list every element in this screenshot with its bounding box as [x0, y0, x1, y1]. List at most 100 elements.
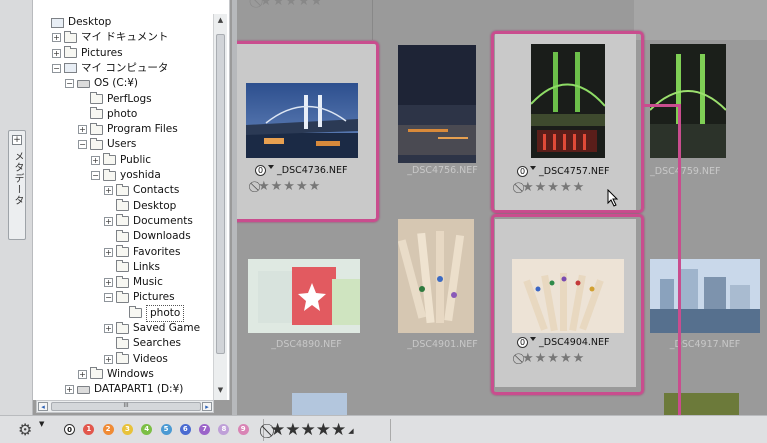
tree-node-label[interactable]: Pictures: [133, 290, 175, 305]
scroll-down-icon[interactable]: ▼: [216, 386, 225, 395]
color-label-0-button[interactable]: 0: [64, 424, 75, 435]
color-label-6-button[interactable]: 6: [179, 424, 191, 435]
metadata-expand-icon[interactable]: +: [12, 135, 22, 145]
photo-bridge-night-tall[interactable]: [398, 45, 476, 163]
collapse-icon[interactable]: −: [52, 63, 61, 73]
tree-horizontal-scrollbar[interactable]: ◂ III ▸: [36, 400, 214, 413]
tree-node-label[interactable]: Saved Game: [133, 321, 200, 336]
color-label-7-button[interactable]: 7: [199, 424, 211, 435]
tree-node[interactable]: photo: [78, 107, 137, 122]
expand-icon[interactable]: +: [104, 186, 113, 196]
expand-icon[interactable]: +: [104, 216, 113, 226]
tree-node[interactable]: − マイ コンピュータ: [52, 61, 168, 76]
tree-vertical-scrollbar[interactable]: ▲ ▼: [213, 14, 227, 400]
tree-node-label[interactable]: Links: [133, 260, 160, 275]
thumbnail-cell[interactable]: _DSC4917.NEF: [636, 215, 767, 365]
tree-node-label[interactable]: Desktop: [133, 199, 176, 214]
tree-node-label[interactable]: マイ ドキュメント: [81, 30, 168, 45]
expand-icon[interactable]: +: [78, 369, 87, 379]
expand-icon[interactable]: +: [91, 155, 100, 165]
tree-node[interactable]: + Public: [91, 153, 151, 168]
scroll-thumb[interactable]: [216, 34, 225, 354]
color-label-2-button[interactable]: 2: [102, 424, 114, 435]
thumbnail-cell[interactable]: _DSC4756.NEF: [376, 43, 509, 221]
expand-icon[interactable]: +: [65, 385, 74, 395]
hscroll-thumb[interactable]: III: [51, 402, 201, 411]
tree-node[interactable]: + Pictures: [52, 46, 123, 61]
settings-gear-icon[interactable]: ⚙ ▼: [18, 420, 44, 440]
tree-node-label[interactable]: yoshida: [120, 168, 161, 183]
tree-node[interactable]: + Contacts: [104, 183, 179, 198]
tree-node[interactable]: − Pictures: [104, 290, 175, 305]
tree-node[interactable]: Links: [104, 260, 160, 275]
tree-node-label[interactable]: Favorites: [133, 245, 180, 260]
tree-node-label[interactable]: Music: [133, 275, 163, 290]
tree-node-label[interactable]: マイ コンピュータ: [81, 61, 168, 76]
tree-node-label[interactable]: PerfLogs: [107, 92, 152, 107]
thumbnail-grid[interactable]: ⃠★★★★★ 0 _DSC4736.NEF ⃠★★★★★ _DSC4756.NE…: [237, 0, 767, 415]
color-label-5-button[interactable]: 5: [160, 424, 172, 435]
expand-icon[interactable]: +: [104, 354, 113, 364]
color-label-3-button[interactable]: 3: [121, 424, 133, 435]
tree-node[interactable]: + Documents: [104, 214, 193, 229]
collapse-icon[interactable]: −: [78, 140, 87, 150]
tree-node[interactable]: Desktop: [104, 199, 176, 214]
expand-icon[interactable]: +: [52, 48, 61, 58]
tree-node-label[interactable]: OS (C:¥): [94, 76, 138, 91]
scroll-right-icon[interactable]: ▸: [202, 402, 212, 411]
tree-node-label[interactable]: Contacts: [133, 183, 179, 198]
collapse-icon[interactable]: −: [65, 79, 74, 89]
color-label-1-button[interactable]: 1: [83, 424, 95, 435]
tree-node-label[interactable]: Pictures: [81, 46, 123, 61]
photo-cubes[interactable]: [248, 259, 360, 333]
photo-city-waterfront[interactable]: [650, 259, 760, 333]
scroll-left-icon[interactable]: ◂: [38, 402, 48, 411]
metadata-side-tab[interactable]: + メタデータ: [0, 0, 33, 415]
photo-pencils-tall[interactable]: [398, 219, 474, 333]
tree-node[interactable]: Searches: [104, 336, 181, 351]
tree-node[interactable]: + Favorites: [104, 245, 180, 260]
tree-node-label[interactable]: Downloads: [133, 229, 191, 244]
tree-node[interactable]: − Users: [78, 137, 136, 152]
tree-node[interactable]: Desktop: [39, 15, 111, 30]
thumbnail-cell[interactable]: _DSC4901.NEF: [376, 215, 509, 365]
expand-icon[interactable]: +: [104, 324, 113, 333]
tree-node[interactable]: PerfLogs: [78, 92, 152, 107]
tree-node-label[interactable]: Searches: [133, 336, 181, 351]
color-label-4-button[interactable]: 4: [141, 424, 153, 435]
tree-node[interactable]: + マイ ドキュメント: [52, 30, 168, 45]
tree-node-label[interactable]: Documents: [133, 214, 193, 229]
tree-node-label[interactable]: Users: [107, 137, 136, 152]
tree-node[interactable]: + DATAPART1 (D:¥): [65, 382, 183, 397]
tree-node-label[interactable]: DATAPART1 (D:¥): [94, 382, 183, 397]
collapse-icon[interactable]: −: [91, 171, 100, 180]
collapse-icon[interactable]: −: [104, 293, 113, 303]
color-label-9-button[interactable]: 9: [237, 424, 249, 435]
color-label-8-button[interactable]: 8: [218, 424, 230, 435]
thumbnail-cell[interactable]: _DSC4890.NEF: [237, 215, 376, 365]
tree-node[interactable]: − OS (C:¥): [65, 76, 138, 91]
tree-node[interactable]: − yoshida: [91, 168, 161, 183]
rating-filter[interactable]: ⃠★★★★★◢: [263, 419, 381, 441]
expand-icon[interactable]: +: [104, 247, 113, 257]
tree-node[interactable]: + Program Files: [78, 122, 178, 137]
tree-node[interactable]: + Windows: [78, 367, 154, 382]
tree-node[interactable]: + Saved Game: [104, 321, 200, 336]
expand-icon[interactable]: +: [104, 278, 113, 288]
tree-node-label[interactable]: Windows: [107, 367, 154, 382]
thumbnail-cell[interactable]: _DSC4759.NEF: [636, 33, 767, 211]
dropdown-caret-icon[interactable]: ◢: [348, 427, 353, 435]
tree-node-label[interactable]: Videos: [133, 352, 168, 367]
tree-node-label[interactable]: photo: [146, 304, 185, 322]
partial-thumbnail[interactable]: [292, 393, 347, 415]
scroll-up-icon[interactable]: ▲: [216, 16, 225, 25]
tree-node[interactable]: photo: [117, 304, 185, 322]
tree-node[interactable]: Downloads: [104, 229, 191, 244]
photo-bridge-green-tall[interactable]: [650, 44, 726, 158]
expand-icon[interactable]: +: [52, 33, 61, 43]
tree-node-label[interactable]: Public: [120, 153, 151, 168]
tree-node-label[interactable]: Program Files: [107, 122, 178, 137]
tree-node[interactable]: + Videos: [104, 352, 168, 367]
tree-node-label[interactable]: photo: [107, 107, 137, 122]
metadata-tab-button[interactable]: + メタデータ: [8, 130, 26, 240]
